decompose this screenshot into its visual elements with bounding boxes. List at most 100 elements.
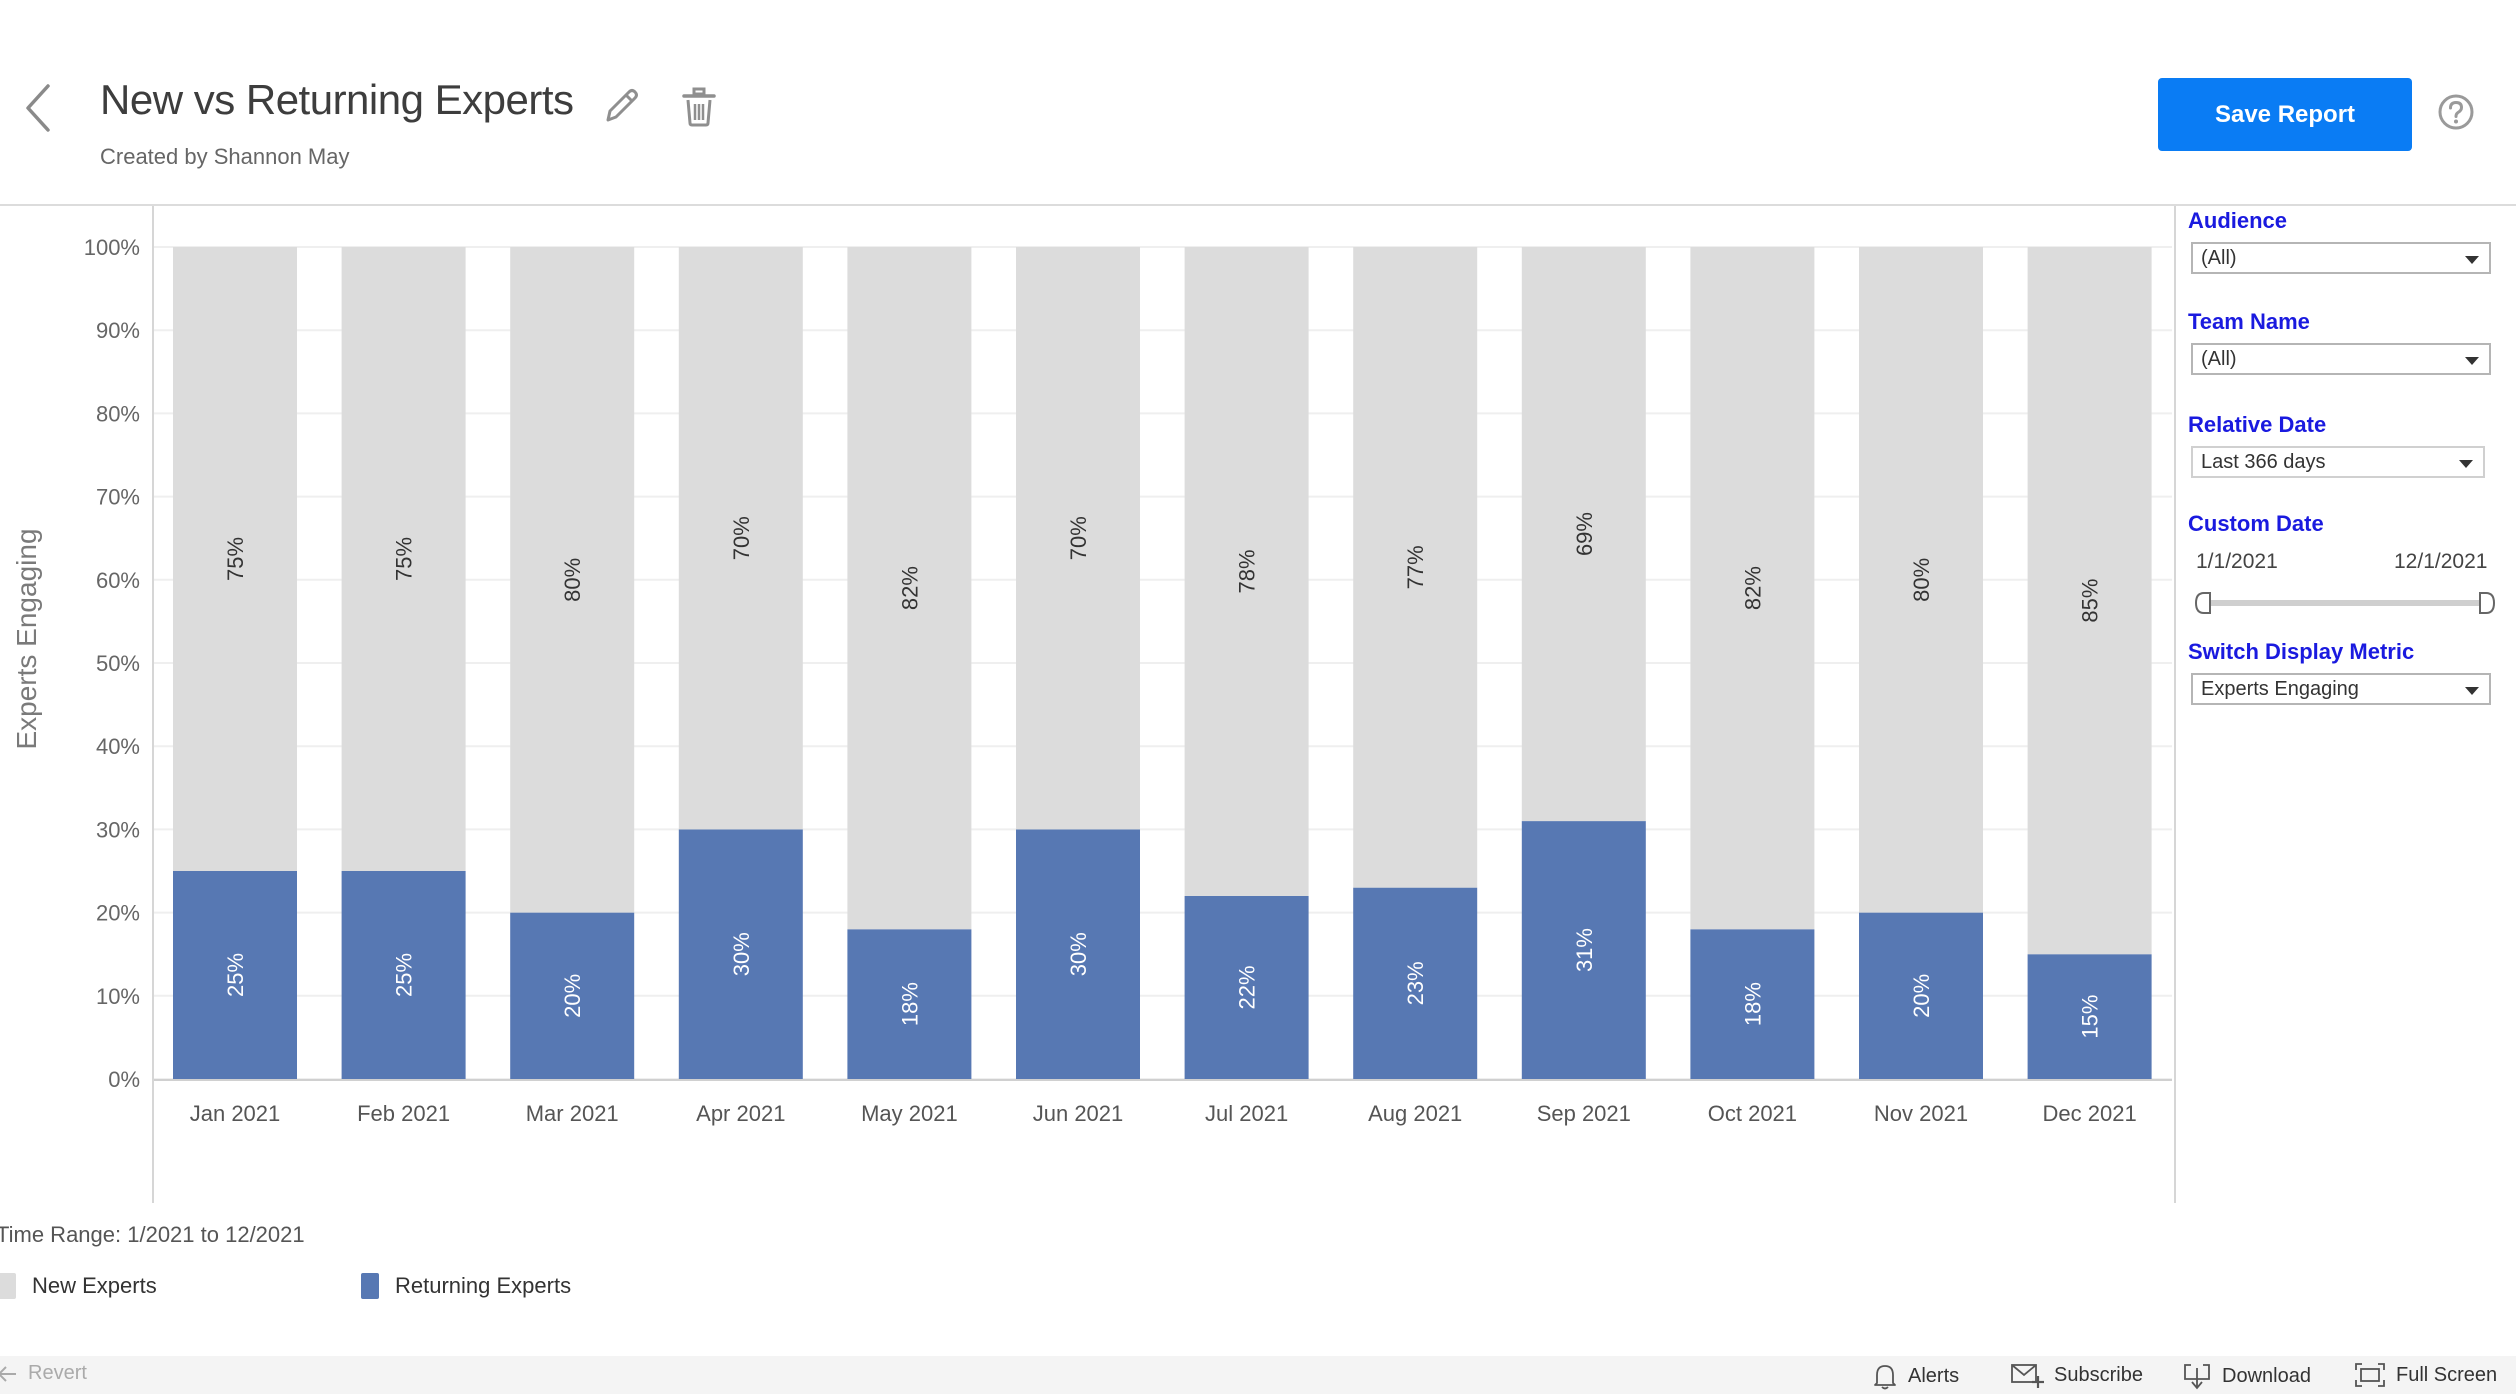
y-tick-label: 60% (96, 568, 140, 593)
relative-date-dropdown[interactable]: Last 366 days (2191, 446, 2485, 478)
save-report-button[interactable]: Save Report (2158, 78, 2412, 151)
y-tick-label: 90% (96, 318, 140, 343)
team-name-dropdown[interactable]: (All) (2191, 343, 2491, 375)
display-metric-filter-label: Switch Display Metric (2188, 639, 2415, 664)
x-tick-label: May 2021 (861, 1101, 958, 1126)
y-tick-label: 40% (96, 734, 140, 759)
revert-arrow-icon (0, 1365, 16, 1382)
y-tick-label: 80% (96, 401, 140, 426)
slider-start-handle[interactable] (2194, 592, 2211, 614)
audience-dropdown[interactable]: (All) (2191, 242, 2491, 274)
pencil-icon (606, 89, 638, 122)
dropdown-caret-icon (2465, 357, 2479, 365)
relative-date-filter-label: Relative Date (2188, 412, 2327, 437)
y-tick-label: 10% (96, 984, 140, 1009)
report-title: New vs Returning Experts (100, 76, 574, 123)
bar-value-label: 18% (1740, 982, 1765, 1026)
bar-value-label: 82% (897, 566, 922, 610)
audience-value: (All) (2201, 247, 2237, 269)
relative-date-value: Last 366 days (2201, 451, 2326, 473)
time-range-label: Time Range: 1/2021 to 12/2021 (0, 1222, 305, 1247)
bar-value-label: 80% (1909, 558, 1934, 602)
stacked-bar-chart: 25% 75% 25% 75% 20% 80% 30% 70% 18% 82% 30% 70% 22% 7… (11, 235, 2172, 1126)
back-button[interactable] (18, 80, 58, 136)
legend-label: Returning Experts (395, 1273, 572, 1298)
x-tick-label: Dec 2021 (2043, 1101, 2137, 1126)
display-metric-value: Experts Engaging (2201, 678, 2359, 700)
legend-item-returning-experts[interactable]: Returning Experts (361, 1273, 571, 1299)
x-tick-label: Mar 2021 (526, 1101, 619, 1126)
bar-value-label: 82% (1740, 566, 1765, 610)
bar-value-label: 69% (1572, 512, 1597, 556)
subscribe-button[interactable]: Subscribe (2010, 1362, 2143, 1388)
x-tick-label: Nov 2021 (1874, 1101, 1968, 1126)
team-name-value: (All) (2201, 348, 2237, 370)
legend-swatch (0, 1273, 16, 1299)
alerts-button[interactable]: Alerts (1872, 1362, 1959, 1390)
bar-value-label: 25% (392, 953, 417, 997)
help-button[interactable] (2437, 93, 2475, 131)
y-axis-title: Experts Engaging (11, 528, 42, 749)
team-name-filter-label: Team Name (2188, 309, 2310, 334)
custom-date-slider[interactable] (2192, 588, 2498, 618)
custom-date-filter-label: Custom Date (2188, 511, 2324, 536)
bar-value-label: 31% (1572, 928, 1597, 972)
full-screen-label: Full Screen (2396, 1363, 2498, 1386)
edit-title-button[interactable] (600, 84, 642, 126)
full-screen-button[interactable]: Full Screen (2354, 1362, 2497, 1388)
bar-value-label: 75% (223, 537, 248, 581)
legend-item-new-experts[interactable]: New Experts (0, 1273, 157, 1299)
y-tick-label: 70% (96, 485, 140, 510)
full-screen-icon (2355, 1363, 2385, 1387)
bell-icon (1874, 1365, 1896, 1390)
bar-value-label: 23% (1403, 961, 1428, 1005)
revert-label: Revert (28, 1362, 87, 1384)
audience-filter-label: Audience (2188, 208, 2288, 233)
dropdown-caret-icon (2465, 687, 2479, 695)
y-tick-label: 20% (96, 901, 140, 926)
download-button[interactable]: Download (2182, 1362, 2311, 1390)
slider-track (2206, 600, 2484, 606)
bar-value-label: 20% (560, 974, 585, 1018)
x-tick-label: Jul 2021 (1205, 1101, 1288, 1126)
bar-value-label: 80% (560, 558, 585, 602)
x-tick-label: Jan 2021 (190, 1101, 281, 1126)
bar-labels: 25% 75% 25% 75% 20% 80% 30% 70% 18% 82% 30% 70% 22% 7… (223, 512, 2103, 1039)
revert-button[interactable]: Revert (0, 1362, 87, 1385)
bottom-toolbar: Revert Alerts Subscribe Download Full Sc… (0, 1356, 2516, 1394)
legend-label: New Experts (32, 1273, 157, 1298)
x-tick-label: Sep 2021 (1537, 1101, 1631, 1126)
x-tick-label: Apr 2021 (696, 1101, 785, 1126)
x-tick-label: Feb 2021 (357, 1101, 450, 1126)
download-label: Download (2222, 1364, 2311, 1387)
envelope-plus-icon (2011, 1364, 2044, 1388)
slider-end-handle[interactable] (2479, 592, 2496, 614)
bar-value-label: 22% (1235, 965, 1260, 1009)
legend-swatch (361, 1273, 379, 1299)
dropdown-caret-icon (2465, 256, 2479, 264)
bar-value-label: 85% (2078, 579, 2103, 623)
y-tick-label: 100% (84, 235, 140, 260)
bar-value-label: 18% (897, 982, 922, 1026)
custom-date-end: 12/1/2021 (2394, 550, 2488, 573)
bar-value-label: 20% (1909, 974, 1934, 1018)
display-metric-dropdown[interactable]: Experts Engaging (2191, 673, 2491, 705)
custom-date-start: 1/1/2021 (2196, 550, 2278, 573)
bar-value-label: 25% (223, 953, 248, 997)
y-tick-label: 0% (108, 1067, 140, 1092)
delete-report-button[interactable] (680, 86, 718, 128)
question-circle-icon (2438, 94, 2474, 130)
y-tick-label: 50% (96, 651, 140, 676)
alerts-label: Alerts (1908, 1364, 1960, 1387)
bar-value-label: 75% (392, 537, 417, 581)
subscribe-label: Subscribe (2054, 1363, 2143, 1386)
trash-icon (682, 87, 716, 127)
dropdown-caret-icon (2459, 460, 2473, 468)
bar-value-label: 78% (1235, 549, 1260, 593)
bar-value-label: 70% (729, 516, 754, 560)
bar-value-label: 30% (729, 932, 754, 976)
x-tick-label: Aug 2021 (1368, 1101, 1462, 1126)
bar-value-label: 15% (2078, 995, 2103, 1039)
bar-value-label: 70% (1066, 516, 1091, 560)
chevron-left-icon (26, 84, 50, 132)
